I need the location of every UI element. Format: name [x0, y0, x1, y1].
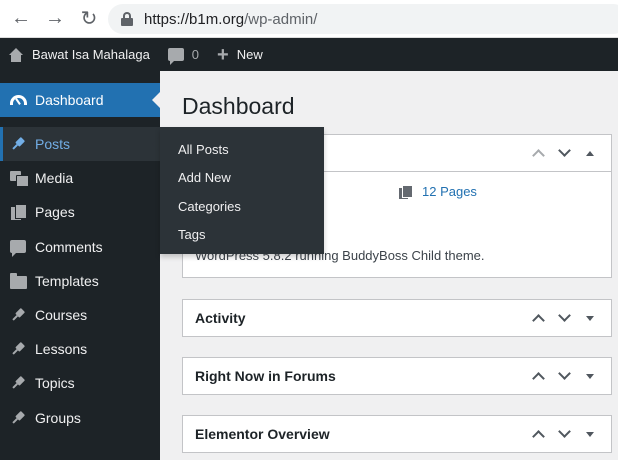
move-down-button[interactable] [551, 135, 577, 171]
sidebar-item-label: Dashboard [35, 92, 104, 108]
site-name-link[interactable]: Bawat Isa Mahalaga [0, 38, 158, 71]
url-path: /wp-admin/ [244, 10, 318, 28]
address-bar[interactable]: https://b1m.org/wp-admin/ [108, 4, 618, 34]
site-name: Bawat Isa Mahalaga [32, 47, 150, 62]
new-content-link[interactable]: + New [207, 38, 271, 71]
lock-icon [120, 12, 134, 26]
pin-icon [8, 305, 28, 325]
arrow-left-icon: ← [11, 7, 31, 29]
sidebar-item-label: Comments [35, 238, 103, 255]
caret-up-icon [586, 150, 594, 156]
postbox-header[interactable]: Activity [183, 300, 611, 336]
activity-box: Activity [182, 299, 612, 337]
plus-icon: + [217, 43, 229, 66]
move-down-button[interactable] [551, 358, 577, 394]
sidebar-item-lessons[interactable]: Lessons [0, 332, 160, 366]
sidebar-item-comments[interactable]: Comments [0, 230, 160, 264]
chevron-down-icon [557, 367, 571, 380]
folder-icon [8, 271, 28, 291]
postbox-controls [525, 416, 603, 452]
sidebar-item-label: Topics [35, 375, 75, 392]
comment-icon [167, 48, 184, 65]
sidebar-item-dashboard[interactable]: Dashboard [0, 83, 160, 117]
postbox-header[interactable]: Right Now in Forums [183, 358, 611, 394]
chevron-up-icon [531, 314, 545, 327]
chevron-down-icon [557, 144, 571, 157]
pin-icon [8, 408, 28, 428]
media-icon [8, 168, 29, 188]
toggle-panel-button[interactable] [577, 416, 603, 452]
toggle-panel-button[interactable] [577, 358, 603, 394]
postbox-title: Activity [195, 310, 246, 326]
pin-icon [8, 339, 28, 359]
back-button[interactable]: ← [4, 0, 38, 38]
move-down-button[interactable] [551, 416, 577, 452]
page-title: Dashboard [182, 93, 295, 119]
caret-down-icon [586, 431, 594, 437]
toggle-panel-button[interactable] [577, 300, 603, 336]
move-down-button[interactable] [551, 300, 577, 336]
browser-toolbar: ← → ↻ https://b1m.org/wp-admin/ [0, 0, 618, 38]
chevron-up-icon [531, 430, 545, 443]
sidebar-item-label: Posts [35, 136, 71, 153]
toggle-panel-button[interactable] [577, 135, 603, 171]
pages-icon [399, 184, 413, 199]
comment-count: 0 [191, 47, 200, 62]
new-label: New [236, 47, 263, 62]
pin-icon [8, 373, 28, 393]
move-up-button[interactable] [525, 416, 551, 452]
reload-button[interactable]: ↻ [72, 0, 106, 38]
move-up-button[interactable] [525, 135, 551, 171]
pin-icon [8, 134, 28, 154]
submenu-categories[interactable]: Categories [160, 192, 324, 221]
sidebar-item-label: Lessons [35, 341, 88, 358]
posts-submenu: All Posts Add New Categories Tags [160, 127, 324, 254]
sidebar-item-label: Templates [35, 272, 99, 289]
forward-button[interactable]: → [38, 0, 72, 38]
postbox-title: Elementor Overview [195, 426, 330, 442]
postbox-controls [525, 358, 603, 394]
pages-count-link[interactable]: 12 Pages [399, 184, 477, 199]
pages-icon [8, 202, 28, 222]
submenu-add-new[interactable]: Add New [160, 164, 324, 193]
comment-icon [8, 237, 28, 258]
postbox-title: Right Now in Forums [195, 368, 336, 384]
pages-count-label: 12 Pages [422, 184, 477, 199]
home-icon [8, 47, 24, 62]
caret-down-icon [586, 315, 594, 321]
sidebar-item-templates[interactable]: Templates [0, 264, 160, 298]
sidebar-item-label: Courses [35, 307, 88, 324]
sidebar-item-pages[interactable]: Pages [0, 195, 160, 229]
postbox-controls [525, 300, 603, 336]
sidebar-item-label: Media [35, 170, 74, 187]
postbox-controls [525, 135, 603, 171]
postbox-header[interactable]: Elementor Overview [183, 416, 611, 452]
comments-link[interactable]: 0 [158, 38, 207, 71]
sidebar-item-groups[interactable]: Groups [0, 401, 160, 435]
chevron-down-icon [557, 309, 571, 322]
chevron-up-icon [531, 149, 545, 162]
submenu-tags[interactable]: Tags [160, 221, 324, 250]
chevron-up-icon [531, 372, 545, 385]
reload-icon: ↻ [80, 8, 98, 30]
sidebar-item-label: Groups [35, 409, 81, 426]
sidebar-item-topics[interactable]: Topics [0, 366, 160, 400]
sidebar-item-media[interactable]: Media [0, 161, 160, 195]
elementor-overview-box: Elementor Overview [182, 415, 612, 453]
submenu-all-posts[interactable]: All Posts [160, 135, 324, 164]
sidebar-item-label: Pages [35, 204, 75, 221]
arrow-right-icon: → [45, 7, 65, 29]
chevron-down-icon [557, 425, 571, 438]
sidebar-item-courses[interactable]: Courses [0, 298, 160, 332]
forums-box: Right Now in Forums [182, 357, 612, 395]
admin-bar: Bawat Isa Mahalaga 0 + New [0, 38, 618, 71]
dashboard-icon [8, 90, 28, 110]
url-host: https://b1m.org [144, 10, 245, 28]
caret-down-icon [586, 373, 594, 379]
sidebar-item-posts[interactable]: Posts [0, 127, 160, 162]
admin-sidebar: Dashboard Posts Media Pages Comments Tem… [0, 71, 160, 460]
move-up-button[interactable] [525, 300, 551, 336]
move-up-button[interactable] [525, 358, 551, 394]
